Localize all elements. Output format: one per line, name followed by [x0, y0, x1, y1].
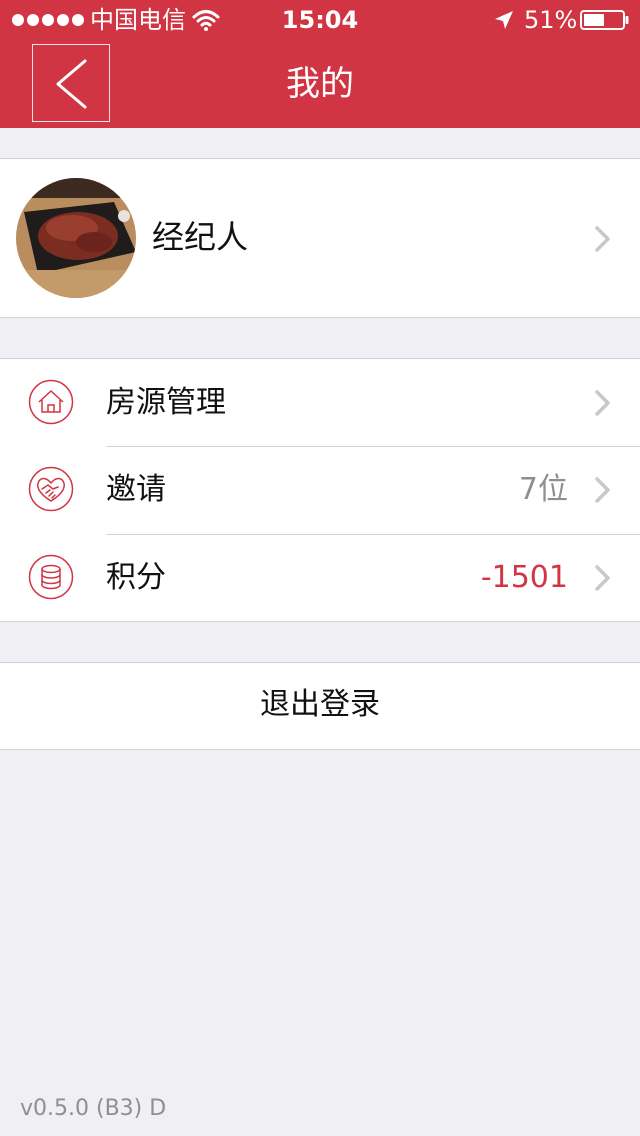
- avatar-food-image: [16, 178, 136, 298]
- nav-header: 中国电信 15:04 51% 我的: [0, 0, 640, 128]
- invite-count: 7位: [518, 472, 568, 507]
- handshake-icon: [28, 466, 74, 512]
- avatar: [16, 178, 136, 298]
- menu-item-label: 积分: [106, 560, 166, 595]
- menu-item-listings[interactable]: 房源管理: [0, 359, 640, 446]
- menu-item-label: 邀请: [106, 472, 166, 507]
- page-title: 我的: [286, 64, 354, 104]
- house-icon: [28, 379, 74, 425]
- profile-row[interactable]: 经纪人: [0, 158, 640, 318]
- battery-percent: 51%: [524, 6, 578, 34]
- battery-icon: [580, 10, 629, 30]
- profile-name: 经纪人: [152, 218, 249, 256]
- logout-label: 退出登录: [260, 687, 380, 722]
- location-arrow-icon: [495, 11, 513, 29]
- coins-icon: [28, 554, 74, 600]
- logout-button[interactable]: 退出登录: [0, 662, 640, 750]
- menu-item-invite[interactable]: 邀请 7位: [0, 446, 640, 533]
- version-label: v0.5.0 (B3) D: [20, 1096, 167, 1121]
- chevron-right-icon: [595, 226, 610, 252]
- status-bar: 中国电信 15:04 51%: [0, 0, 640, 40]
- chevron-right-icon: [595, 390, 610, 416]
- menu-item-label: 房源管理: [106, 385, 226, 420]
- chevron-right-icon: [595, 565, 610, 591]
- menu-item-points[interactable]: 积分 -1501: [0, 534, 640, 621]
- menu-list: 房源管理 邀请 7位 积分 -1501: [0, 358, 640, 622]
- points-value: -1501: [480, 560, 568, 595]
- chevron-right-icon: [595, 477, 610, 503]
